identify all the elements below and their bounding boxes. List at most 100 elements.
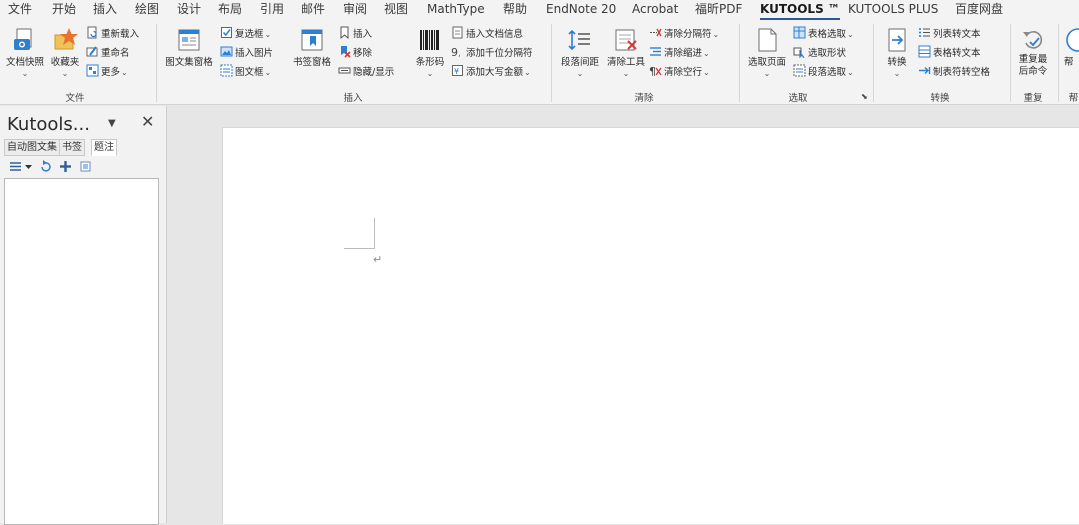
- tab-draw[interactable]: 绘图: [135, 1, 159, 19]
- group-label-select: 选取: [788, 93, 808, 104]
- dialog-launcher-icon[interactable]: ⬊: [861, 92, 868, 101]
- tab-endnote[interactable]: EndNote 20: [546, 1, 616, 19]
- group-label-clear: 清除: [634, 93, 654, 104]
- refresh-icon[interactable]: [39, 160, 52, 173]
- pane-tab-caption[interactable]: 题注: [91, 139, 117, 156]
- chevron-down-icon[interactable]: [24, 160, 33, 173]
- tab-mailings[interactable]: 邮件: [301, 1, 325, 19]
- group-label-repeat: 重复: [1023, 93, 1043, 104]
- clear-separator-icon: [650, 28, 662, 37]
- tab-to-space-button[interactable]: 制表符转空格: [918, 64, 990, 81]
- clear-tools-label: 清除工具: [606, 57, 645, 68]
- insert-picture-button[interactable]: 插入图片: [220, 45, 273, 62]
- tab-foxit-pdf[interactable]: 福昕PDF: [695, 1, 742, 19]
- favorites-label: 收藏夹: [50, 57, 80, 68]
- chevron-down-icon: ⌄: [703, 49, 710, 58]
- convert-label: 转换: [887, 57, 907, 68]
- clear-indent-button[interactable]: 清除缩进⌄: [649, 45, 710, 62]
- bookmark-pane-button[interactable]: 书签窗格: [289, 24, 335, 84]
- tab-kutools[interactable]: KUTOOLS ™: [760, 1, 840, 20]
- tab-kutools-plus[interactable]: KUTOOLS PLUS: [848, 1, 938, 19]
- tab-view[interactable]: 视图: [384, 1, 408, 19]
- tab-references[interactable]: 引用: [260, 1, 284, 19]
- autotext-pane-button[interactable]: 图文集窗格: [160, 24, 218, 84]
- document-page[interactable]: ↵: [222, 127, 1079, 524]
- barcode-icon: [420, 30, 439, 50]
- autotext-pane-label: 图文集窗格: [165, 57, 213, 68]
- pane-tab-bookmarks[interactable]: 书签: [59, 139, 85, 156]
- chevron-down-icon: ⌄: [847, 30, 854, 39]
- select-shape-button[interactable]: 选取形状: [793, 45, 846, 62]
- add-uppercase-amount-button[interactable]: ¥ 添加大写金额⌄: [451, 64, 531, 81]
- insert-docinfo-button[interactable]: 插入文档信息: [451, 26, 523, 43]
- tab-help[interactable]: 帮助: [503, 1, 527, 19]
- tab-review[interactable]: 审阅: [343, 1, 367, 19]
- add-thousand-separator-button[interactable]: 9, 添加千位分隔符: [451, 45, 533, 62]
- tab-mathtype[interactable]: MathType: [427, 1, 485, 19]
- tab-baidu-netdisk[interactable]: 百度网盘: [955, 1, 1003, 19]
- reload-document-icon: [87, 26, 97, 39]
- table-select-button[interactable]: 表格选取⌄: [793, 26, 854, 43]
- clear-separator-button[interactable]: 清除分隔符⌄: [649, 26, 719, 43]
- picture-box-button[interactable]: 图文框⌄: [220, 64, 271, 81]
- paragraph-spacing-button[interactable]: 段落间距 ⌄: [556, 24, 604, 84]
- svg-text:,: ,: [458, 49, 461, 58]
- picture-icon: [220, 46, 233, 57]
- convert-button[interactable]: 转换 ⌄: [878, 24, 916, 84]
- group-divider: [739, 24, 740, 102]
- select-shape-label: 选取形状: [808, 48, 847, 59]
- export-icon[interactable]: [79, 160, 92, 173]
- help-button[interactable]: 帮: [1064, 24, 1079, 84]
- insert-picture-label: 插入图片: [235, 48, 274, 59]
- tab-home[interactable]: 开始: [52, 1, 76, 19]
- tab-acrobat[interactable]: Acrobat: [632, 1, 678, 19]
- reload-button[interactable]: 重新载入: [86, 26, 139, 43]
- close-icon[interactable]: ✕: [141, 114, 154, 130]
- select-page-button[interactable]: 选取页面 ⌄: [744, 24, 790, 84]
- rename-button[interactable]: 重命名: [86, 45, 130, 62]
- bookmark-insert-button[interactable]: 插入: [338, 26, 372, 43]
- favorites-button[interactable]: 收藏夹 ⌄: [48, 24, 82, 84]
- autotext-pane-icon: [178, 29, 200, 51]
- doc-snapshot-button[interactable]: 文档快照 ⌄: [4, 24, 46, 84]
- clear-tools-button[interactable]: 清除工具 ⌄: [604, 24, 648, 84]
- tab-layout[interactable]: 布局: [218, 1, 242, 19]
- chevron-down-icon: ⌄: [21, 69, 29, 78]
- repeat-last-command-label-line2: 后命令: [1018, 66, 1048, 77]
- select-page-icon: [758, 28, 777, 52]
- checkbox-button[interactable]: 复选框⌄: [220, 26, 271, 43]
- insert-docinfo-label: 插入文档信息: [466, 29, 524, 40]
- list-to-text-button[interactable]: 列表转文本: [918, 26, 981, 43]
- barcode-button[interactable]: 条形码 ⌄: [412, 24, 448, 84]
- pane-toolbar: [4, 157, 158, 177]
- clear-tools-icon: [615, 29, 637, 51]
- chevron-down-icon: ⌄: [264, 30, 272, 39]
- add-uppercase-amount-label: 添加大写金额: [466, 67, 524, 78]
- more-button[interactable]: 更多⌄: [86, 64, 128, 81]
- document-area: ↵: [167, 106, 1079, 524]
- chevron-down-icon: ⌄: [61, 69, 69, 78]
- hide-show-bookmark-icon: [338, 67, 351, 74]
- pane-tab-autotext[interactable]: 自动图文集: [4, 139, 60, 156]
- clear-indent-icon: [650, 47, 661, 56]
- group-label-convert: 转换: [930, 93, 950, 104]
- tab-insert[interactable]: 插入: [93, 1, 117, 19]
- tab-file[interactable]: 文件: [8, 1, 32, 19]
- clear-empty-lines-button[interactable]: ¶ 清除空行⌄: [649, 64, 710, 81]
- group-divider: [551, 24, 552, 102]
- paragraph-select-button[interactable]: 段落选取⌄: [793, 64, 854, 81]
- table-to-text-button[interactable]: 表格转文本: [918, 45, 981, 62]
- repeat-last-command-button[interactable]: 重复最 后命令: [1013, 24, 1053, 84]
- pane-options-menu-icon[interactable]: ▼: [108, 118, 116, 129]
- bookmark-remove-button[interactable]: 移除: [338, 45, 372, 62]
- tab-design[interactable]: 设计: [177, 1, 201, 19]
- doc-snapshot-label: 文档快照: [5, 57, 44, 68]
- paragraph-select-icon: [793, 64, 806, 77]
- add-icon[interactable]: [59, 160, 72, 173]
- frame-icon: [220, 64, 233, 77]
- caption-list[interactable]: [4, 178, 159, 525]
- list-view-icon[interactable]: [9, 160, 22, 173]
- barcode-label: 条形码: [415, 57, 445, 68]
- picture-box-label: 图文框: [235, 67, 264, 78]
- bookmark-hide-show-button[interactable]: 隐藏/显示: [338, 64, 394, 81]
